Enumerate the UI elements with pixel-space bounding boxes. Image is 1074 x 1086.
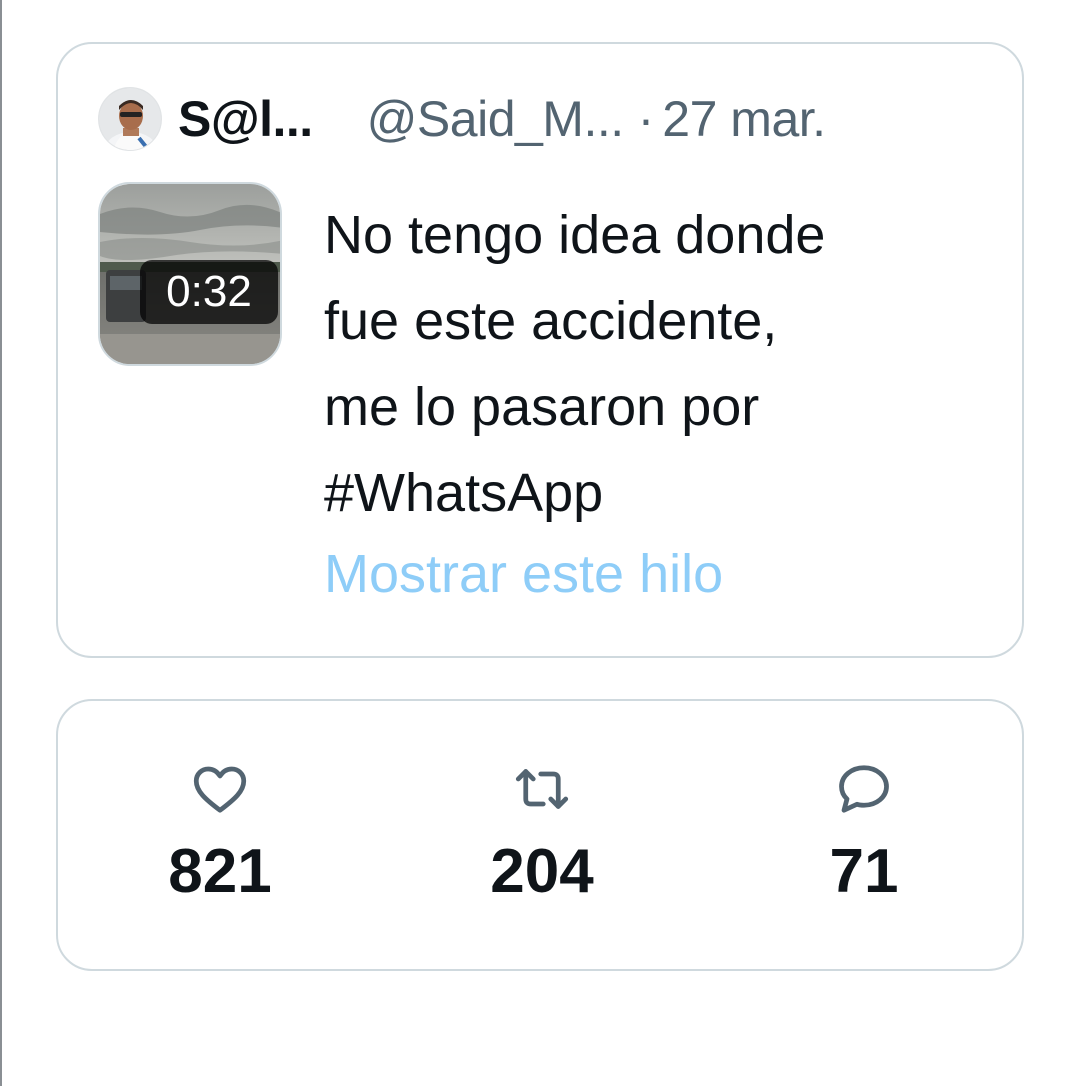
tweet-text: No tengo idea donde fue este accidente, … <box>324 192 984 536</box>
retweets-stat[interactable]: 204 <box>442 759 642 907</box>
likes-count: 821 <box>168 837 272 906</box>
hashtag-link[interactable]: #WhatsApp <box>324 450 984 536</box>
tweet-text-line: fue este accidente, <box>324 291 778 351</box>
retweet-icon <box>515 769 569 809</box>
tweet-date[interactable]: 27 mar. <box>662 90 826 148</box>
video-duration-badge: 0:32 <box>140 260 278 324</box>
left-edge-divider <box>0 0 2 1086</box>
retweets-count: 204 <box>490 837 594 906</box>
replies-count: 71 <box>829 837 899 906</box>
tweet-header: S@l... @Said_M... · 27 mar. <box>98 84 826 154</box>
user-handle[interactable]: @Said_M... <box>367 90 624 148</box>
avatar[interactable] <box>98 87 162 151</box>
likes-stat[interactable]: 821 <box>120 759 320 907</box>
avatar-image <box>99 88 161 150</box>
show-thread-link[interactable]: Mostrar este hilo <box>324 538 723 610</box>
tweet-card[interactable]: S@l... @Said_M... · 27 mar. 0:32 No teng… <box>56 42 1024 658</box>
tweet-stats-card: 821 204 71 <box>56 699 1024 971</box>
reply-icon <box>839 765 889 813</box>
replies-stat[interactable]: 71 <box>764 759 964 907</box>
tweet-text-line: me lo pasaron por <box>324 377 760 437</box>
tweet-text-line: No tengo idea donde <box>324 205 826 265</box>
video-thumbnail[interactable]: 0:32 <box>98 182 282 366</box>
separator-dot: · <box>637 91 655 147</box>
display-name[interactable]: S@l... <box>178 90 313 148</box>
heart-icon <box>193 766 247 813</box>
